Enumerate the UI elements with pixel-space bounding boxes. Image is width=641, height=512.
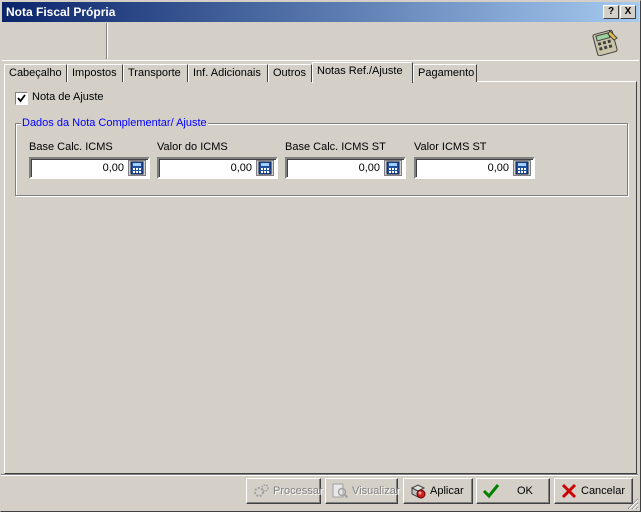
visualizar-label: Visualizar xyxy=(352,485,400,497)
tab-impostos[interactable]: Impostos xyxy=(67,64,123,82)
cancelar-label: Cancelar xyxy=(581,485,626,497)
valor-icms-st-input[interactable]: 0,00 xyxy=(414,157,535,179)
group-title: Dados da Nota Complementar/ Ajuste xyxy=(21,117,208,129)
valor-icms-value: 0,00 xyxy=(230,162,252,174)
base-calc-icms-label: Base Calc. ICMS xyxy=(29,141,113,153)
valor-icms-input[interactable]: 0,00 xyxy=(157,157,278,179)
preview-icon xyxy=(332,483,349,499)
aplicar-button[interactable]: Aplicar xyxy=(403,478,473,504)
apply-icon xyxy=(410,484,426,499)
valor-icms-st-label: Valor ICMS ST xyxy=(414,141,487,153)
processar-label: Processar xyxy=(273,485,323,497)
tab-cabecalho[interactable]: Cabeçalho xyxy=(4,64,67,82)
aplicar-label: Aplicar xyxy=(430,485,464,497)
tab-inf-adicionais[interactable]: Inf. Adicionais xyxy=(188,64,268,82)
ok-label: OK xyxy=(517,485,533,497)
check-icon xyxy=(17,94,26,103)
close-button[interactable]: X xyxy=(620,5,636,19)
resize-grip-icon[interactable] xyxy=(627,498,639,510)
cancelar-button[interactable]: Cancelar xyxy=(554,478,633,504)
calculator-button-icon[interactable] xyxy=(384,160,402,176)
nota-ajuste-checkbox[interactable] xyxy=(15,92,28,105)
gears-icon xyxy=(254,484,269,497)
base-calc-icms-value: 0,00 xyxy=(102,162,124,174)
tab-outros[interactable]: Outros xyxy=(268,64,312,82)
tab-notas-ref-ajuste[interactable]: Notas Ref./Ajuste xyxy=(312,62,413,83)
base-calc-icms-st-label: Base Calc. ICMS ST xyxy=(285,141,386,153)
help-button[interactable]: ? xyxy=(603,5,619,19)
calculator-button-icon[interactable] xyxy=(128,160,146,176)
calculator-button-icon[interactable] xyxy=(256,160,274,176)
valor-icms-st-value: 0,00 xyxy=(487,162,509,174)
title-bar: Nota Fiscal Própria ? X xyxy=(2,2,639,22)
cancel-x-icon xyxy=(561,483,577,499)
top-panel xyxy=(2,23,639,61)
ok-button[interactable]: OK xyxy=(476,478,550,504)
base-calc-icms-input[interactable]: 0,00 xyxy=(29,157,150,179)
processar-button[interactable]: Processar xyxy=(246,478,323,504)
panel-splitter[interactable] xyxy=(106,23,108,59)
calculator-icon xyxy=(592,29,618,56)
nota-ajuste-label[interactable]: Nota de Ajuste xyxy=(32,91,104,103)
tab-pagamento[interactable]: Pagamento xyxy=(413,64,477,82)
window-title: Nota Fiscal Própria xyxy=(6,5,116,19)
calculator-button-icon[interactable] xyxy=(513,160,531,176)
checkmark-icon xyxy=(482,484,500,499)
base-calc-icms-st-input[interactable]: 0,00 xyxy=(285,157,406,179)
base-calc-icms-st-value: 0,00 xyxy=(358,162,380,174)
tab-transporte[interactable]: Transporte xyxy=(123,64,188,82)
valor-icms-label: Valor do ICMS xyxy=(157,141,228,153)
visualizar-button[interactable]: Visualizar xyxy=(325,478,400,504)
